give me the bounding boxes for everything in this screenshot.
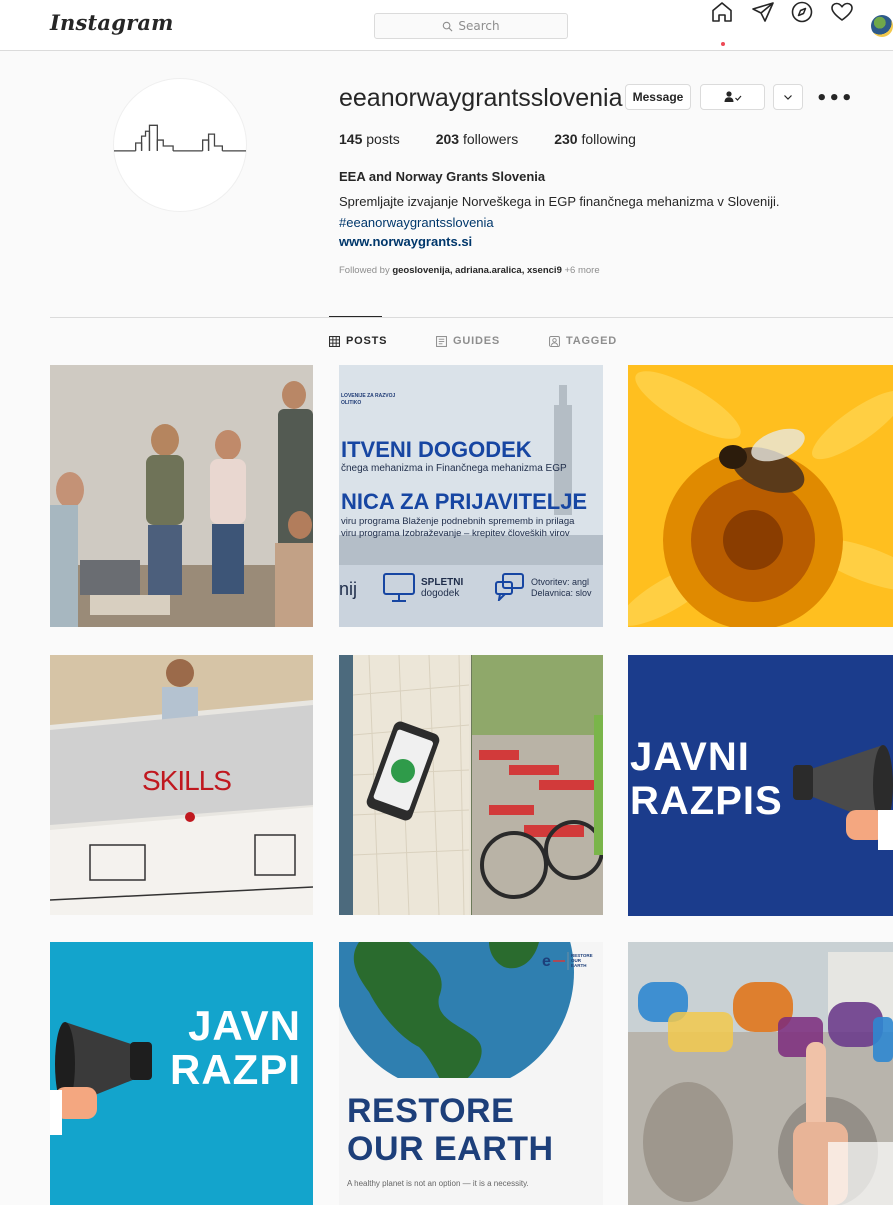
instagram-logo[interactable]: Instagram xyxy=(50,10,174,35)
post-headline-line-2: OUR EARTH xyxy=(347,1130,554,1168)
bee-on-flower-photo xyxy=(628,365,893,627)
person-check-icon xyxy=(724,91,741,102)
post-headline: RESTORE OUR EARTH xyxy=(347,1092,554,1168)
profile-username: eeanorwaygrantsslovenia xyxy=(339,84,623,112)
tagged-icon xyxy=(549,335,560,347)
profile-bio: Spremljajte izvajanje Norveškega in EGP … xyxy=(339,191,859,233)
post-subheading-1: čnega mehanizma in Finančnega mehanizma … xyxy=(341,463,567,474)
tab-guides-label: GUIDES xyxy=(453,335,500,347)
students-photo xyxy=(50,365,313,627)
tab-tagged-label: TAGGED xyxy=(566,335,618,347)
post-event-label: dogodek xyxy=(421,588,460,599)
monitor-icon xyxy=(383,573,415,602)
restore-our-earth-logo: e RESTORE OUR EARTH xyxy=(542,952,593,970)
profile-picture[interactable] xyxy=(113,78,247,212)
tab-tagged[interactable]: TAGGED xyxy=(549,335,617,347)
post-headline-line-1: JAVNI xyxy=(630,735,750,779)
notification-dot xyxy=(721,42,725,46)
more-options-icon[interactable]: ••• xyxy=(816,88,854,109)
post-subheading-2b: viru programa Izobraževanje – krepitev č… xyxy=(341,528,570,539)
search-placeholder: Search xyxy=(458,19,500,33)
chevron-down-icon xyxy=(784,95,792,100)
top-navbar: Instagram Search xyxy=(0,0,893,51)
profile-website-link[interactable]: www.norwaygrants.si xyxy=(339,234,472,249)
followed-by-text[interactable]: Followed by geoslovenija, adriana.aralic… xyxy=(339,265,600,276)
post-thumbnail[interactable] xyxy=(339,655,603,915)
followers-stat[interactable]: 203 followers xyxy=(436,131,519,147)
post-thumbnail[interactable] xyxy=(50,365,313,627)
profile-full-name: EEA and Norway Grants Slovenia xyxy=(339,169,546,184)
post-thumbnail[interactable]: e RESTORE OUR EARTH RESTORE OUR EARTH A … xyxy=(339,942,603,1205)
grid-icon xyxy=(329,335,340,347)
post-thumbnail[interactable] xyxy=(628,942,893,1205)
post-schedule: Otvoritev: angl Delavnica: slov xyxy=(531,577,592,599)
post-schedule-line-1: Otvoritev: angl xyxy=(531,577,590,587)
active-tab-indicator xyxy=(329,316,382,317)
posts-count: 145 xyxy=(339,131,363,147)
post-subheading-2: viru programa Blaženje podnebnih spremem… xyxy=(341,516,574,540)
svg-text:EARTH: EARTH xyxy=(571,963,587,968)
post-headline: JAVNI RAZPIS xyxy=(630,735,783,823)
recycling-bikes-collage xyxy=(339,655,603,915)
followed-by-more: +6 more xyxy=(564,265,600,276)
post-online-label: SPLETNI xyxy=(421,577,464,588)
explore-icon[interactable] xyxy=(790,0,816,26)
profile-avatar-icon[interactable] xyxy=(871,15,893,37)
tab-guides[interactable]: GUIDES xyxy=(436,335,500,347)
direct-messages-icon[interactable] xyxy=(751,0,777,26)
post-heading-2: NICA ZA PRIJAVITELJE xyxy=(341,489,588,514)
bio-hashtag-link[interactable]: #eeanorwaygrantsslovenia xyxy=(339,212,859,233)
svg-text:e: e xyxy=(542,953,551,970)
post-heading-1: ITVENI DOGODEK xyxy=(341,437,532,462)
tabs-divider xyxy=(50,317,893,318)
tab-posts[interactable]: POSTS xyxy=(329,335,387,347)
tab-posts-label: POSTS xyxy=(346,335,388,347)
posts-label: posts xyxy=(366,131,400,147)
post-fragment: nij xyxy=(339,579,358,599)
megaphone-icon xyxy=(793,745,893,850)
following-button[interactable] xyxy=(700,84,765,110)
post-thumbnail[interactable]: SKILLS xyxy=(50,655,313,915)
post-schedule-line-2: Delavnica: slov xyxy=(531,588,592,598)
post-headline-line-1: JAVN xyxy=(188,1002,301,1049)
profile-logo-graphic xyxy=(114,124,246,152)
post-thumbnail[interactable]: JAVN RAZPI xyxy=(50,942,313,1205)
bio-text: Spremljajte izvajanje Norveškega in EGP … xyxy=(339,194,780,209)
message-button[interactable]: Message xyxy=(625,84,691,110)
followers-label: followers xyxy=(462,131,519,147)
search-input[interactable]: Search xyxy=(374,13,568,39)
search-icon xyxy=(443,21,453,31)
suggested-accounts-button[interactable] xyxy=(773,84,803,110)
post-skills-text: SKILLS xyxy=(142,765,232,796)
post-subheading-2a: viru programa Blaženje podnebnih spremem… xyxy=(341,516,575,527)
post-tagline: A healthy planet is not an option — it i… xyxy=(347,1179,529,1188)
following-label: following xyxy=(581,131,636,147)
post-small-text: LOVENIJE ZA RAZVOJ OLITIKO xyxy=(341,393,396,406)
guides-icon xyxy=(436,335,447,347)
post-online-event: SPLETNI dogodek xyxy=(421,577,463,599)
post-headline-line-2: RAZPI xyxy=(170,1046,301,1093)
activity-heart-icon[interactable] xyxy=(830,0,856,26)
profile-stats: 145 posts 203 followers 230 following xyxy=(339,131,672,147)
speech-bubbles-photo xyxy=(628,942,893,1205)
post-headline-line-1: RESTORE xyxy=(347,1092,515,1130)
home-icon[interactable] xyxy=(710,0,736,26)
post-headline: JAVN RAZPI xyxy=(170,1004,301,1092)
followed-by-users: geoslovenija, adriana.aralica, xsenci9 xyxy=(392,265,562,276)
megaphone-icon xyxy=(50,1022,152,1135)
following-stat[interactable]: 230 following xyxy=(554,131,636,147)
following-count: 230 xyxy=(554,131,578,147)
post-thumbnail[interactable]: LOVENIJE ZA RAZVOJ OLITIKO ITVENI DOGODE… xyxy=(339,365,603,627)
followed-by-prefix: Followed by xyxy=(339,265,390,276)
posts-stat: 145 posts xyxy=(339,131,400,147)
post-thumbnail[interactable]: JAVNI RAZPIS xyxy=(628,655,893,916)
followers-count: 203 xyxy=(435,131,460,147)
chat-bubbles-icon xyxy=(495,573,524,601)
post-headline-line-2: RAZPIS xyxy=(630,779,783,823)
post-thumbnail[interactable] xyxy=(628,365,893,627)
